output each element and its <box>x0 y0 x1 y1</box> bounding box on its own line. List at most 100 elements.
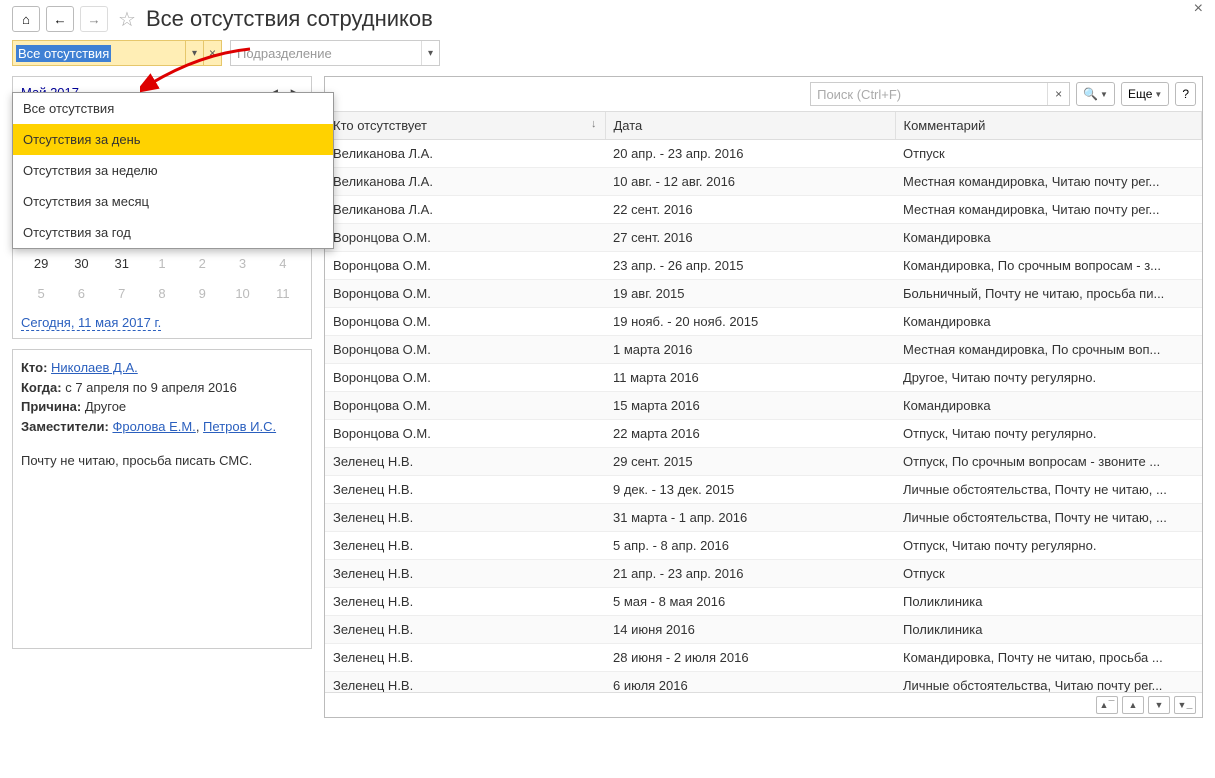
sort-icon: ↓ <box>591 118 597 130</box>
table-row[interactable]: Зеленец Н.В.6 июля 2016Личные обстоятель… <box>325 672 1202 693</box>
cell-who: Воронцова О.М. <box>325 392 605 420</box>
table-row[interactable]: Зеленец Н.В.31 марта - 1 апр. 2016Личные… <box>325 504 1202 532</box>
table-row[interactable]: Воронцова О.М.15 марта 2016Командировка <box>325 392 1202 420</box>
cell-who: Зеленец Н.В. <box>325 588 605 616</box>
filter-department-dropdown-button[interactable]: ▾ <box>421 41 439 65</box>
info-when-label: Когда: <box>21 380 62 395</box>
cell-who: Воронцова О.М. <box>325 336 605 364</box>
search-button[interactable]: 🔍▼ <box>1076 82 1115 106</box>
home-icon: ⌂ <box>22 12 30 27</box>
table-row[interactable]: Воронцова О.М.11 марта 2016Другое, Читаю… <box>325 364 1202 392</box>
table-row[interactable]: Воронцова О.М.19 авг. 2015Больничный, По… <box>325 280 1202 308</box>
close-icon[interactable]: × <box>1194 0 1203 18</box>
cell-date: 5 апр. - 8 апр. 2016 <box>605 532 895 560</box>
table-row[interactable]: Зеленец Н.В.5 апр. - 8 апр. 2016Отпуск, … <box>325 532 1202 560</box>
back-button[interactable]: ← <box>46 6 74 32</box>
table-row[interactable]: Зеленец Н.В.9 дек. - 13 дек. 2015Личные … <box>325 476 1202 504</box>
table-nav-up[interactable]: ▲ <box>1122 696 1144 714</box>
chevron-down-icon: ▼ <box>1154 90 1162 99</box>
filter-period-clear-button[interactable]: × <box>203 41 221 65</box>
cell-date: 31 марта - 1 апр. 2016 <box>605 504 895 532</box>
table-nav-down[interactable]: ▼ <box>1148 696 1170 714</box>
cell-date: 27 сент. 2016 <box>605 224 895 252</box>
cell-comment: Отпуск, Читаю почту регулярно. <box>895 532 1202 560</box>
cell-who: Великанова Л.А. <box>325 196 605 224</box>
cell-comment: Отпуск, По срочным вопросам - звоните ..… <box>895 448 1202 476</box>
dropdown-item[interactable]: Отсутствия за месяц <box>13 186 333 217</box>
cell-date: 5 мая - 8 мая 2016 <box>605 588 895 616</box>
table-row[interactable]: Зеленец Н.В.5 мая - 8 мая 2016Поликлиник… <box>325 588 1202 616</box>
table-row[interactable]: Зеленец Н.В.21 апр. - 23 апр. 2016Отпуск <box>325 560 1202 588</box>
table-row[interactable]: Зеленец Н.В.28 июня - 2 июля 2016Команди… <box>325 644 1202 672</box>
dropdown-item[interactable]: Отсутствия за неделю <box>13 155 333 186</box>
info-sub2-link[interactable]: Петров И.С. <box>203 419 276 434</box>
col-header-who[interactable]: Кто отсутствует↓ <box>325 112 605 140</box>
cell-who: Зеленец Н.В. <box>325 644 605 672</box>
info-sub1-link[interactable]: Фролова Е.М. <box>112 419 195 434</box>
cell-date: 23 апр. - 26 апр. 2015 <box>605 252 895 280</box>
table-row[interactable]: Зеленец Н.В.14 июня 2016Поликлиника <box>325 616 1202 644</box>
cell-date: 29 сент. 2015 <box>605 448 895 476</box>
cell-comment: Другое, Читаю почту регулярно. <box>895 364 1202 392</box>
calendar-day[interactable]: 3 <box>223 250 261 278</box>
table-row[interactable]: Великанова Л.А.20 апр. - 23 апр. 2016Отп… <box>325 140 1202 168</box>
cell-comment: Местная командировка, Читаю почту рег... <box>895 168 1202 196</box>
calendar-day[interactable]: 10 <box>223 280 261 308</box>
star-icon[interactable]: ☆ <box>114 7 140 32</box>
calendar-day[interactable]: 2 <box>183 250 221 278</box>
col-header-comment[interactable]: Комментарий <box>895 112 1202 140</box>
table-row[interactable]: Великанова Л.А.22 сент. 2016Местная кома… <box>325 196 1202 224</box>
home-button[interactable]: ⌂ <box>12 6 40 32</box>
cell-comment: Поликлиника <box>895 616 1202 644</box>
calendar-day[interactable]: 7 <box>103 280 141 308</box>
calendar-day[interactable]: 6 <box>62 280 100 308</box>
cell-who: Воронцова О.М. <box>325 364 605 392</box>
calendar-day[interactable]: 11 <box>264 280 302 308</box>
cell-date: 21 апр. - 23 апр. 2016 <box>605 560 895 588</box>
table-row[interactable]: Воронцова О.М.1 марта 2016Местная команд… <box>325 336 1202 364</box>
table-row[interactable]: Воронцова О.М.22 марта 2016Отпуск, Читаю… <box>325 420 1202 448</box>
cell-date: 11 марта 2016 <box>605 364 895 392</box>
table-row[interactable]: Воронцова О.М.23 апр. - 26 апр. 2015Кома… <box>325 252 1202 280</box>
filter-department-input[interactable]: Подразделение ▾ <box>230 40 440 66</box>
table-nav-top[interactable]: ▲— <box>1096 696 1118 714</box>
more-button[interactable]: Еще ▼ <box>1121 82 1169 106</box>
col-header-date[interactable]: Дата <box>605 112 895 140</box>
cell-comment: Больничный, Почту не читаю, просьба пи..… <box>895 280 1202 308</box>
cell-date: 10 авг. - 12 авг. 2016 <box>605 168 895 196</box>
dropdown-item[interactable]: Отсутствия за год <box>13 217 333 248</box>
calendar-day[interactable]: 1 <box>143 250 181 278</box>
cell-who: Зеленец Н.В. <box>325 448 605 476</box>
cell-comment: Личные обстоятельства, Читаю почту рег..… <box>895 672 1202 693</box>
dropdown-item[interactable]: Отсутствия за день <box>13 124 333 155</box>
search-input-wrap: × <box>810 82 1070 106</box>
help-button[interactable]: ? <box>1175 82 1196 106</box>
table-row[interactable]: Зеленец Н.В.29 сент. 2015Отпуск, По сроч… <box>325 448 1202 476</box>
cell-date: 28 июня - 2 июля 2016 <box>605 644 895 672</box>
cell-date: 9 дек. - 13 дек. 2015 <box>605 476 895 504</box>
table-row[interactable]: Великанова Л.А.10 авг. - 12 авг. 2016Мес… <box>325 168 1202 196</box>
filter-period-dropdown-button[interactable]: ▾ <box>185 41 203 65</box>
cell-comment: Командировка, Почту не читаю, просьба ..… <box>895 644 1202 672</box>
cell-comment: Поликлиника <box>895 588 1202 616</box>
calendar-day[interactable]: 31 <box>103 250 141 278</box>
info-who-link[interactable]: Николаев Д.А. <box>51 360 138 375</box>
cell-comment: Отпуск <box>895 560 1202 588</box>
info-when-text: с 7 апреля по 9 апреля 2016 <box>62 380 237 395</box>
calendar-day[interactable]: 8 <box>143 280 181 308</box>
dropdown-item[interactable]: Все отсутствия <box>13 93 333 124</box>
search-input[interactable] <box>811 87 1047 102</box>
calendar-today-link[interactable]: Сегодня, 11 мая 2017 г. <box>21 315 161 331</box>
table-nav-bottom[interactable]: ▼— <box>1174 696 1196 714</box>
calendar-day[interactable]: 29 <box>22 250 60 278</box>
cell-date: 20 апр. - 23 апр. 2016 <box>605 140 895 168</box>
cell-date: 6 июля 2016 <box>605 672 895 693</box>
table-row[interactable]: Воронцова О.М.19 нояб. - 20 нояб. 2015Ко… <box>325 308 1202 336</box>
filter-period-input[interactable]: Все отсутствия ▾ × <box>12 40 222 66</box>
calendar-day[interactable]: 4 <box>264 250 302 278</box>
calendar-day[interactable]: 30 <box>62 250 100 278</box>
search-clear-button[interactable]: × <box>1047 83 1069 105</box>
calendar-day[interactable]: 5 <box>22 280 60 308</box>
calendar-day[interactable]: 9 <box>183 280 221 308</box>
table-row[interactable]: Воронцова О.М.27 сент. 2016Командировка <box>325 224 1202 252</box>
